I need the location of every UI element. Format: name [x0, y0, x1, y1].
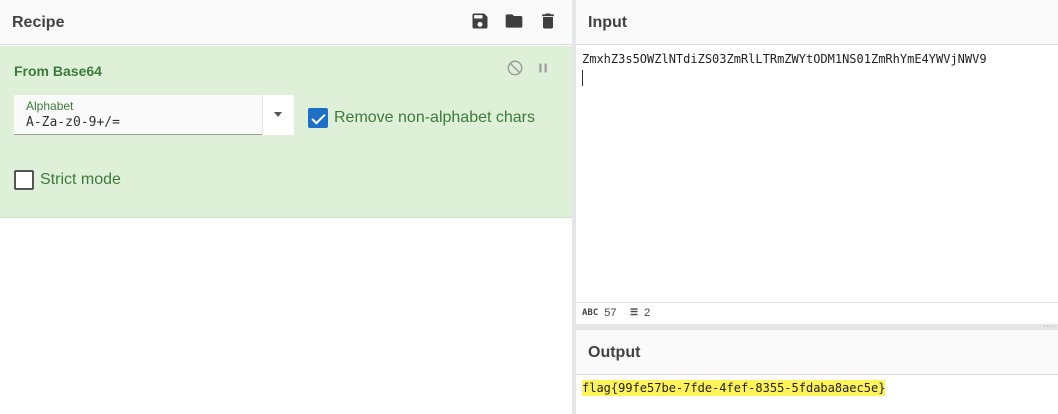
- pause-icon[interactable]: [534, 59, 552, 77]
- output-title: Output: [588, 344, 641, 361]
- alphabet-value[interactable]: A-Za-z0-9+/=: [26, 115, 120, 130]
- operation-controls: [506, 59, 552, 77]
- operation-from-base64: From Base64 Alphabet A-Za-z0-9+/= Remove…: [0, 46, 572, 218]
- output-textarea[interactable]: flag{99fe57be-7fde-4fef-8355-5fdaba8aec5…: [576, 375, 1058, 414]
- alphabet-field[interactable]: Alphabet A-Za-z0-9+/=: [14, 95, 294, 135]
- input-stats-bar: ABC 57 ☰ 2: [576, 302, 1058, 324]
- chevron-down-icon: [274, 112, 282, 117]
- io-pane: Input ZmxhZ3s5OWZlNTdiZS03ZmRlLTRmZWYtOD…: [576, 0, 1058, 414]
- disable-icon[interactable]: [506, 59, 524, 77]
- operation-title: From Base64: [14, 63, 102, 79]
- strict-mode-checkbox[interactable]: [14, 170, 34, 190]
- folder-icon[interactable]: [504, 11, 524, 31]
- lines-icon: ☰: [630, 308, 639, 318]
- lines-value: 2: [644, 307, 651, 319]
- lines-stat: ☰ 2: [630, 307, 650, 319]
- input-textarea[interactable]: ZmxhZ3s5OWZlNTdiZS03ZmRlLTRmZWYtODM1NS01…: [576, 45, 1058, 302]
- recipe-toolbar: [470, 11, 558, 31]
- length-icon: ABC: [582, 308, 599, 318]
- input-title: Input: [588, 14, 628, 31]
- recipe-pane: Recipe From Base64 Alphabet A-Za-z0-9+/=…: [0, 0, 572, 414]
- recipe-title: Recipe: [12, 14, 65, 31]
- remove-non-alphabet-checkbox[interactable]: [308, 108, 328, 128]
- strict-mode-option[interactable]: Strict mode: [14, 170, 121, 190]
- remove-non-alphabet-option[interactable]: Remove non-alphabet chars: [308, 108, 535, 128]
- input-header: Input: [576, 0, 1058, 45]
- remove-non-alphabet-label: Remove non-alphabet chars: [334, 109, 536, 126]
- recipe-header: Recipe: [0, 0, 572, 45]
- input-text: ZmxhZ3s5OWZlNTdiZS03ZmRlLTRmZWYtODM1NS01…: [582, 52, 987, 66]
- output-header: Output: [576, 330, 1058, 375]
- alphabet-dropdown-button[interactable]: [262, 95, 294, 135]
- length-stat: ABC 57: [582, 307, 617, 319]
- length-value: 57: [604, 307, 617, 319]
- save-icon[interactable]: [470, 11, 490, 31]
- alphabet-label: Alphabet: [26, 99, 74, 113]
- text-cursor: [582, 70, 583, 86]
- strict-mode-label: Strict mode: [40, 171, 121, 188]
- trash-icon[interactable]: [538, 11, 558, 31]
- output-text: flag{99fe57be-7fde-4fef-8355-5fdaba8aec5…: [582, 380, 886, 396]
